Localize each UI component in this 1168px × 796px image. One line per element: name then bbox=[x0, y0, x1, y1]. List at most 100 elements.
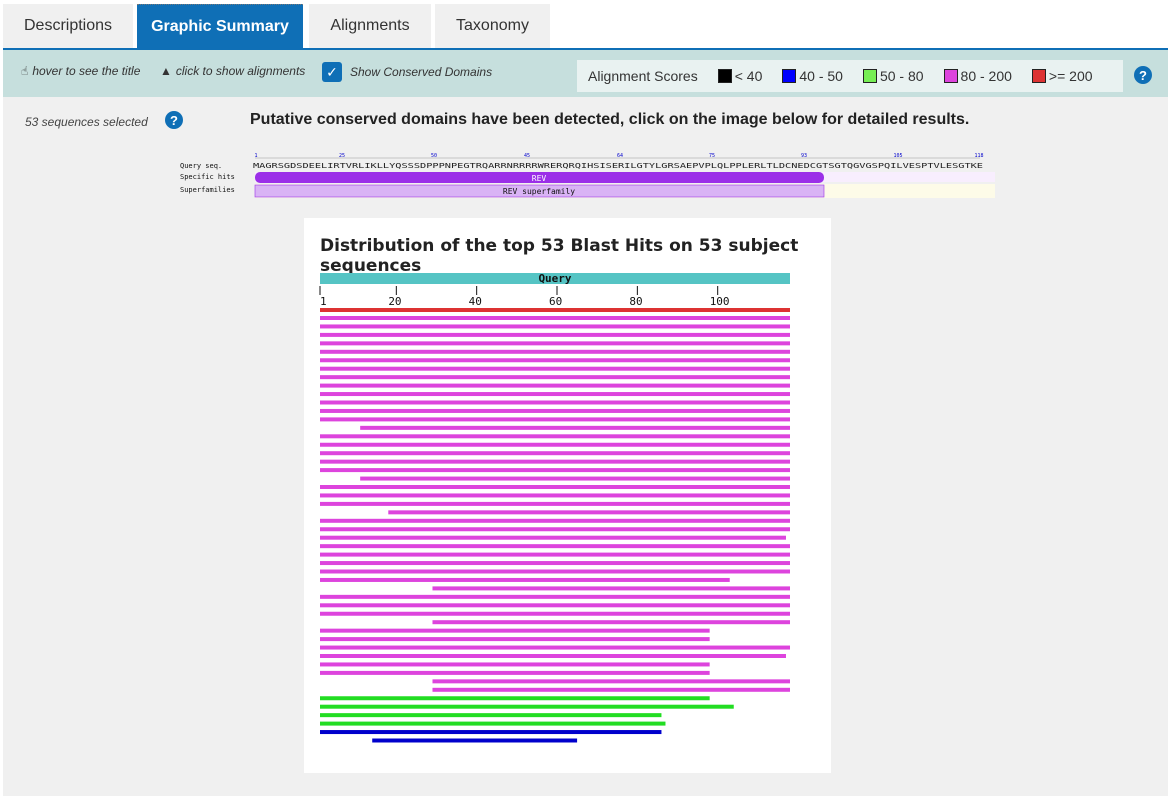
hit-bar[interactable] bbox=[320, 358, 790, 363]
hit-bar[interactable] bbox=[432, 679, 790, 684]
tab-descriptions[interactable]: Descriptions bbox=[3, 4, 133, 48]
graphic-toolbar: ☝ hover to see the title ▲ click to show… bbox=[3, 48, 1168, 97]
hit-bar[interactable] bbox=[320, 434, 790, 439]
scores-help-icon[interactable]: ? bbox=[1134, 66, 1152, 84]
tab-graphic-summary[interactable]: Graphic Summary bbox=[137, 4, 303, 48]
hit-bar[interactable] bbox=[320, 451, 790, 456]
hit-bar[interactable] bbox=[320, 459, 790, 464]
hover-hint: ☝ hover to see the title bbox=[21, 64, 140, 78]
hit-bar[interactable] bbox=[320, 561, 790, 566]
score-bin-40-50: 40 - 50 bbox=[782, 68, 843, 84]
hand-pointer-icon: ☝ bbox=[21, 64, 29, 78]
cdd-tick-label: 1 bbox=[254, 153, 257, 159]
hit-bar[interactable] bbox=[320, 577, 730, 582]
hit-bar[interactable] bbox=[360, 425, 790, 430]
query-sequence: MAGRSGDSDEELIRTVRLIKLLYQSSSDPPPNPEGTRQAR… bbox=[253, 161, 983, 170]
hit-bar[interactable] bbox=[320, 341, 790, 346]
rev-superfamily-label: REV superfamily bbox=[503, 187, 575, 196]
hit-bar[interactable] bbox=[320, 485, 790, 489]
query-bar-label: Query bbox=[538, 272, 571, 285]
score-bin-gte200: >= 200 bbox=[1031, 68, 1093, 84]
hit-bar[interactable] bbox=[320, 316, 790, 320]
hit-bar[interactable] bbox=[320, 544, 790, 549]
hit-bar[interactable] bbox=[320, 730, 662, 735]
cdd-tick-label: 50 bbox=[431, 153, 437, 159]
blast-hits-distribution[interactable]: Distribution of the top 53 Blast Hits on… bbox=[304, 218, 831, 773]
hit-bar[interactable] bbox=[320, 400, 790, 405]
hit-bar[interactable] bbox=[320, 417, 790, 422]
hit-bar[interactable] bbox=[320, 366, 790, 371]
cdd-svg[interactable]: Query seq. MAGRSGDSDEELIRTVRLIKLLYQSSSDP… bbox=[180, 152, 995, 200]
cdd-tick-label: 118 bbox=[974, 153, 983, 159]
hit-bar[interactable] bbox=[320, 408, 790, 413]
show-conserved-domains[interactable]: ✓ Show Conserved Domains bbox=[322, 62, 492, 82]
tab-taxonomy[interactable]: Taxonomy bbox=[435, 4, 550, 48]
hit-bar[interactable] bbox=[320, 645, 790, 650]
sequences-selected-text: 53 sequences selected bbox=[25, 115, 148, 129]
hit-bar[interactable] bbox=[320, 324, 790, 329]
hit-bar[interactable] bbox=[372, 738, 578, 743]
score-bin-80-200: 80 - 200 bbox=[943, 68, 1012, 84]
graphic-summary-panel: 53 sequences selected ? Putative conserv… bbox=[3, 97, 1168, 796]
hit-bar[interactable] bbox=[360, 476, 790, 481]
hit-bar[interactable] bbox=[320, 392, 790, 397]
hit-bar[interactable] bbox=[320, 704, 734, 709]
arrow-cursor-icon: ▲ bbox=[160, 64, 172, 78]
hit-bar[interactable] bbox=[320, 375, 790, 380]
hit-bar[interactable] bbox=[432, 586, 790, 591]
click-hint-text: click to show alignments bbox=[175, 64, 306, 78]
hit-bar[interactable] bbox=[320, 603, 790, 608]
axis-tick-label: 1 bbox=[320, 295, 327, 308]
hover-hint-text: hover to see the title bbox=[32, 64, 141, 78]
hit-bar[interactable] bbox=[388, 510, 790, 515]
hit-bar[interactable] bbox=[320, 501, 790, 506]
hit-bar[interactable] bbox=[320, 468, 790, 473]
cdd-tick-label: 75 bbox=[709, 153, 715, 159]
hit-bar[interactable] bbox=[320, 721, 666, 726]
show-conserved-domains-label: Show Conserved Domains bbox=[350, 65, 493, 79]
hit-bar[interactable] bbox=[320, 594, 790, 599]
hit-bar[interactable] bbox=[320, 713, 662, 718]
hit-bar[interactable] bbox=[320, 611, 790, 616]
hit-bar[interactable] bbox=[320, 442, 790, 447]
hit-bar[interactable] bbox=[320, 518, 790, 523]
selection-help-icon[interactable]: ? bbox=[165, 111, 183, 129]
axis-tick-label: 40 bbox=[469, 295, 482, 308]
query-seq-label: Query seq. bbox=[180, 162, 222, 170]
hit-bar[interactable] bbox=[320, 662, 710, 667]
checkbox-checked-icon[interactable]: ✓ bbox=[322, 62, 342, 82]
hit-bar[interactable] bbox=[320, 654, 786, 658]
cdd-tick-label: 105 bbox=[893, 153, 902, 159]
hit-bar[interactable] bbox=[320, 535, 786, 540]
alignment-scores-label: Alignment Scores bbox=[588, 68, 698, 84]
hit-bar[interactable] bbox=[432, 687, 790, 692]
score-bin-lt40: < 40 bbox=[717, 68, 762, 84]
tab-alignments[interactable]: Alignments bbox=[309, 4, 431, 48]
hit-bar[interactable] bbox=[320, 332, 790, 337]
hit-bar[interactable] bbox=[320, 696, 710, 701]
cdd-tick-label: 25 bbox=[339, 153, 345, 159]
hit-bar[interactable] bbox=[432, 620, 790, 625]
cdd-tick-label: 45 bbox=[524, 153, 530, 159]
axis-tick-label: 20 bbox=[388, 295, 401, 308]
hit-bar[interactable] bbox=[320, 670, 710, 675]
hit-bar[interactable] bbox=[320, 349, 790, 354]
hit-bar[interactable] bbox=[320, 527, 790, 532]
axis-tick-label: 60 bbox=[549, 295, 562, 308]
alignment-scores-legend: Alignment Scores < 40 40 - 50 50 - 80 80… bbox=[577, 60, 1123, 92]
hit-bar[interactable] bbox=[320, 383, 790, 388]
hit-bars bbox=[320, 308, 790, 743]
conserved-domains-graphic[interactable]: Query seq. MAGRSGDSDEELIRTVRLIKLLYQSSSDP… bbox=[180, 152, 995, 200]
hits-graphic[interactable]: Query 1 20 40 60 80 100 bbox=[304, 218, 831, 773]
specific-hits-label: Specific hits bbox=[180, 173, 235, 181]
hit-bar[interactable] bbox=[320, 308, 790, 312]
cdd-tick-label: 93 bbox=[801, 153, 807, 159]
hit-bar[interactable] bbox=[320, 552, 790, 557]
hit-bar[interactable] bbox=[320, 637, 710, 642]
axis-tick-label: 80 bbox=[629, 295, 642, 308]
hit-bar[interactable] bbox=[320, 569, 790, 574]
cdd-tick-label: 64 bbox=[617, 153, 623, 159]
score-bin-50-80: 50 - 80 bbox=[862, 68, 924, 84]
hit-bar[interactable] bbox=[320, 628, 710, 633]
hit-bar[interactable] bbox=[320, 493, 790, 498]
